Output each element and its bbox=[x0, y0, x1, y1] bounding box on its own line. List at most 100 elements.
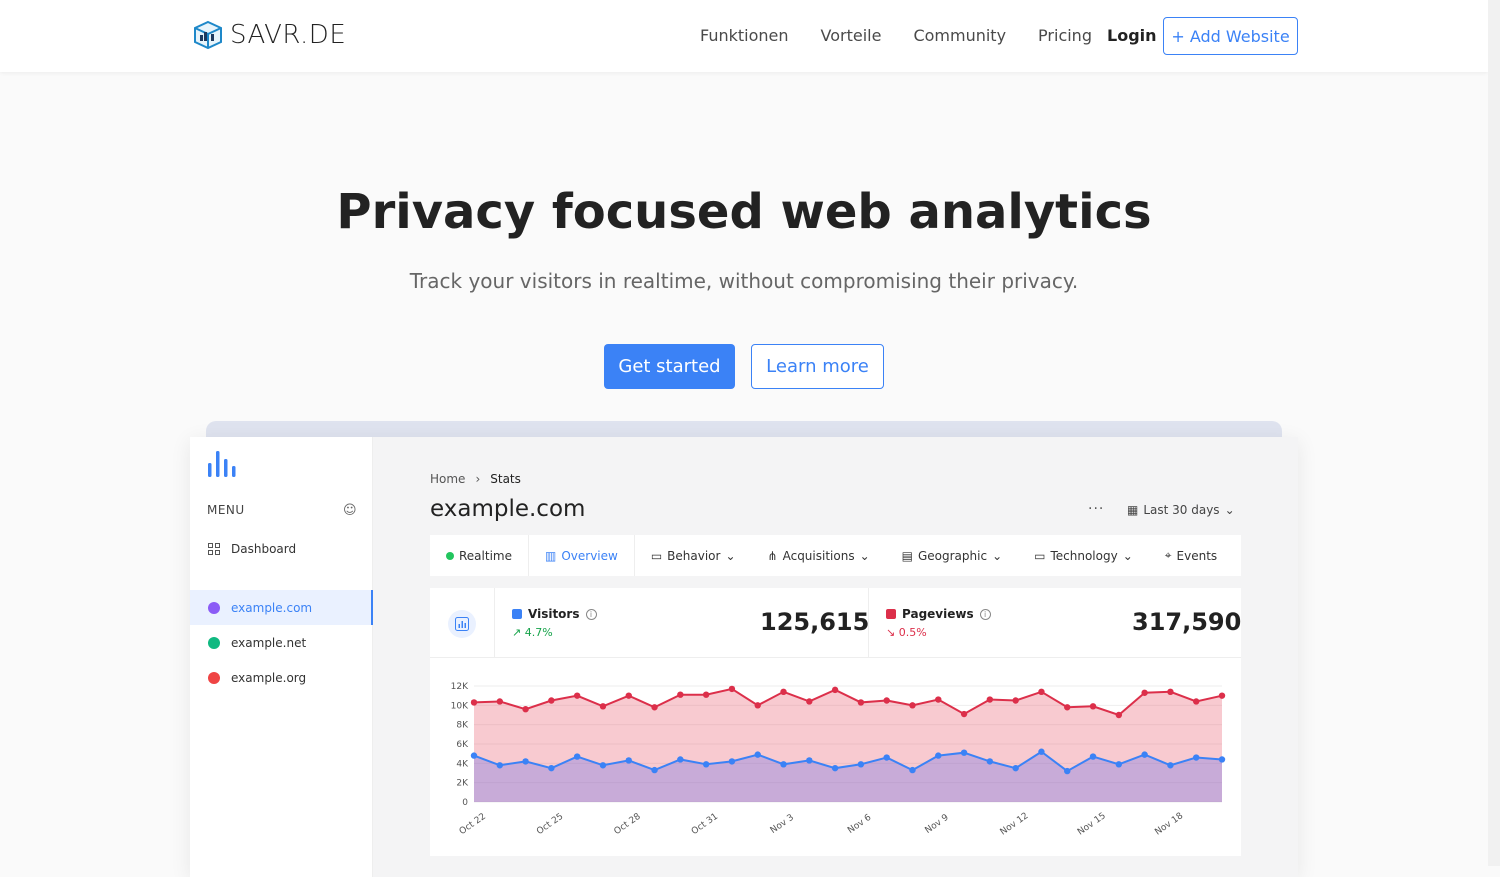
tab-label: Realtime bbox=[459, 548, 512, 563]
visitors-point bbox=[857, 761, 865, 768]
chevron-down-icon: ⌄ bbox=[725, 548, 736, 563]
visitors-label-text: Visitors bbox=[528, 607, 580, 621]
visitors-point bbox=[1218, 756, 1226, 763]
visitors-point bbox=[831, 764, 839, 772]
page-scrollbar[interactable] bbox=[1488, 0, 1500, 866]
pageviews-point bbox=[1064, 704, 1071, 711]
stats-summary: Visitors i ↗ 4.7% 125,615 Pageviews i ↘ … bbox=[430, 588, 1241, 658]
pageviews-change: ↘ 0.5% bbox=[886, 626, 927, 639]
visitors-point bbox=[599, 762, 607, 769]
tab-overview[interactable]: ▥ Overview bbox=[527, 535, 635, 576]
pageviews-point bbox=[1089, 703, 1097, 710]
visitors-point bbox=[960, 749, 968, 756]
nav-vorteile[interactable]: Vorteile bbox=[821, 26, 882, 45]
pageviews-point bbox=[728, 685, 736, 693]
share-icon: ⋔ bbox=[767, 548, 778, 563]
chevron-right-icon: › bbox=[475, 472, 481, 486]
visitors-point bbox=[625, 757, 632, 764]
tab-geographic[interactable]: ▤ Geographic ⌄ bbox=[886, 535, 1019, 576]
chevron-down-icon: ⌄ bbox=[1224, 503, 1235, 517]
tab-label: Events bbox=[1176, 548, 1218, 563]
nav-funktionen[interactable]: Funktionen bbox=[700, 26, 789, 45]
tab-label: Acquisitions bbox=[782, 548, 855, 563]
trend-up-icon: ↗ bbox=[512, 626, 522, 639]
pageviews-point bbox=[625, 692, 632, 699]
pageviews-change-value: 0.5% bbox=[898, 626, 927, 639]
sidebar-item-dashboard[interactable]: Dashboard bbox=[190, 531, 373, 566]
info-icon[interactable]: i bbox=[979, 608, 991, 620]
pageviews-point bbox=[522, 706, 529, 713]
pageviews-point bbox=[1167, 688, 1174, 695]
visitors-point bbox=[1012, 764, 1019, 772]
theme-icon[interactable]: ☺ bbox=[343, 503, 357, 518]
grid-icon bbox=[207, 542, 221, 556]
nav-community[interactable]: Community bbox=[913, 26, 1006, 45]
x-tick-label: Nov 15 bbox=[1076, 811, 1108, 837]
live-dot-icon bbox=[446, 551, 454, 560]
pageviews-point bbox=[1141, 689, 1148, 696]
pageviews-value: 317,590 bbox=[1132, 608, 1242, 636]
tab-events[interactable]: ⌖ Events bbox=[1149, 535, 1233, 576]
pageviews-point bbox=[1038, 688, 1045, 695]
top-navbar: SAVR.DE Funktionen Vorteile Community Pr… bbox=[0, 0, 1488, 72]
dashboard-preview: MENU ☺ Dashboard example.com example.net… bbox=[190, 437, 1298, 877]
visitors-point bbox=[470, 752, 478, 759]
hero-title: Privacy focused web analytics bbox=[336, 184, 1152, 240]
window-icon: ▭ bbox=[650, 548, 663, 563]
visitors-point bbox=[573, 753, 581, 760]
visitors-point bbox=[702, 761, 710, 768]
visitors-point bbox=[728, 758, 736, 765]
traffic-chart: 0 2K 4K 6K 8K 10K 12K Oct 22 Oct 25 Oct 28 Oct 31 N… bbox=[451, 682, 1226, 838]
login-link[interactable]: Login bbox=[1107, 26, 1157, 45]
y-tick-label: 8K bbox=[456, 721, 469, 731]
sidebar-item-example-net[interactable]: example.net bbox=[190, 625, 373, 660]
visitors-point bbox=[935, 752, 942, 759]
pageviews-point bbox=[780, 688, 787, 695]
visitors-point bbox=[1038, 748, 1045, 755]
get-started-button[interactable]: Get started bbox=[604, 344, 735, 389]
nav-pricing[interactable]: Pricing bbox=[1038, 26, 1092, 45]
visitors-change-value: 4.7% bbox=[524, 626, 553, 639]
divider bbox=[868, 588, 869, 658]
y-tick-label: 6K bbox=[456, 740, 469, 750]
tab-label: Behavior bbox=[667, 548, 721, 563]
pageviews-point bbox=[1115, 711, 1123, 719]
brand-logo[interactable]: SAVR.DE bbox=[192, 20, 346, 50]
info-icon[interactable]: i bbox=[585, 608, 597, 620]
tab-label: Geographic bbox=[917, 548, 988, 563]
pageviews-point bbox=[1012, 697, 1019, 704]
learn-more-button[interactable]: Learn more bbox=[751, 344, 884, 389]
dashboard-sidebar: MENU ☺ Dashboard example.com example.net… bbox=[190, 437, 373, 877]
visitors-point bbox=[1089, 753, 1097, 760]
tab-acquisitions[interactable]: ⋔ Acquisitions ⌄ bbox=[752, 535, 886, 576]
pageviews-point bbox=[599, 703, 607, 710]
tab-behavior[interactable]: ▭ Behavior ⌄ bbox=[635, 535, 752, 576]
breadcrumb-home[interactable]: Home bbox=[430, 472, 465, 486]
pageviews-point bbox=[986, 696, 994, 703]
visitors-point bbox=[806, 757, 813, 764]
date-range-select[interactable]: ▦ Last 30 days ⌄ bbox=[1127, 503, 1235, 517]
tab-technology[interactable]: ▭ Technology ⌄ bbox=[1018, 535, 1149, 576]
visitors-point bbox=[1167, 762, 1174, 769]
pageviews-point bbox=[470, 699, 478, 706]
sidebar-item-example-org[interactable]: example.org bbox=[190, 660, 373, 695]
target-icon: ⌖ bbox=[1164, 548, 1172, 562]
brand-name: SAVR.DE bbox=[230, 20, 347, 50]
tab-realtime[interactable]: Realtime bbox=[430, 535, 528, 576]
y-tick-label: 4K bbox=[456, 759, 469, 769]
pageviews-point bbox=[960, 710, 968, 718]
sidebar-item-example-com[interactable]: example.com bbox=[190, 590, 373, 625]
devices-icon: ▭ bbox=[1034, 548, 1046, 563]
x-tick-label: Oct 22 bbox=[458, 812, 488, 837]
pageviews-point bbox=[702, 691, 710, 698]
more-options-button[interactable]: ··· bbox=[1088, 501, 1104, 517]
x-tick-label: Oct 25 bbox=[535, 812, 565, 837]
sidebar-item-label: example.net bbox=[231, 635, 307, 650]
x-tick-label: Nov 18 bbox=[1153, 811, 1185, 838]
visitors-point bbox=[780, 761, 787, 768]
visitors-swatch bbox=[512, 609, 522, 619]
visitors-point bbox=[1064, 767, 1071, 775]
bar-chart-icon bbox=[448, 610, 476, 638]
visitors-label: Visitors i bbox=[512, 607, 597, 621]
add-website-button[interactable]: + Add Website bbox=[1163, 17, 1298, 55]
